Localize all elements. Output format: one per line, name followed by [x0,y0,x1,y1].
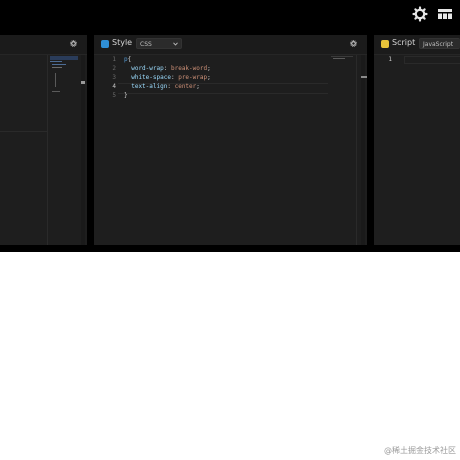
code-line: text-align: center; [124,83,200,90]
minimap[interactable] [331,56,353,62]
editor-app: Style CSS 1 p{ 2 word-wrap: break-word; … [0,0,460,252]
scrollbar[interactable] [81,55,85,245]
chevron-down-icon [173,42,178,46]
code-line: white-space: pre-wrap; [124,74,211,81]
script-panel[interactable]: Script JavaScript 1 [374,35,460,245]
line-number: 3 [112,74,116,81]
css-badge-icon [101,40,109,48]
watermark: @稀土掘金技术社区 [384,446,456,455]
panel-title: Script [392,38,416,47]
code-line: word-wrap: break-word; [124,65,211,72]
code-line: p{ [124,56,132,63]
language-select-value: JavaScript [423,41,454,48]
top-bar [0,0,460,28]
style-panel-header: Style CSS [94,35,367,55]
line-number: 2 [112,65,116,72]
js-badge-icon [381,40,389,48]
language-select[interactable]: CSS [136,38,182,49]
line-number: 5 [112,92,116,99]
html-panel[interactable] [0,35,87,245]
code-editor[interactable]: 1 p{ 2 word-wrap: break-word; 3 white-sp… [94,55,334,245]
current-line-highlight [404,56,460,64]
minimap[interactable] [49,55,79,125]
script-panel-header: Script JavaScript [374,35,460,55]
html-panel-header [0,35,87,55]
code-line: } [124,92,128,99]
line-number: 4 [112,83,116,90]
pane-divider [47,55,48,245]
pane-divider [356,55,357,245]
gear-icon[interactable] [412,6,428,22]
line-number: 1 [388,56,392,63]
editor-line-guide [0,131,47,132]
style-panel[interactable]: Style CSS 1 p{ 2 word-wrap: break-word; … [94,35,367,245]
code-editor[interactable]: 1 [374,55,460,245]
settings-gear-icon[interactable] [70,40,77,47]
panel-title: Style [112,38,133,47]
layout-grid-icon[interactable] [437,6,453,22]
scrollbar[interactable] [361,55,367,245]
line-number: 1 [112,56,116,63]
language-select-value: CSS [140,41,152,48]
language-select[interactable]: JavaScript [419,38,460,49]
settings-gear-icon[interactable] [350,40,357,47]
